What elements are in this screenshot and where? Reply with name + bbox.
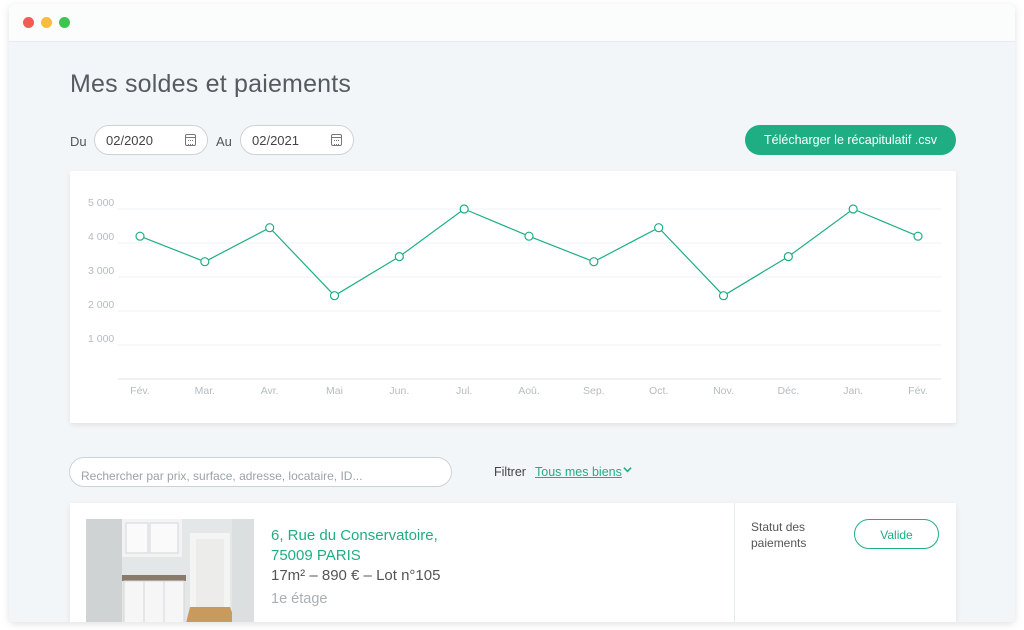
search-input[interactable] xyxy=(69,457,452,487)
data-point xyxy=(654,223,664,233)
line-chart: 1 000 2 000 3 000 4 000 5 000 Fév. Mar. Avr. Mai… xyxy=(88,197,941,397)
balance-chart: 1 000 2 000 3 000 4 000 5 000 Fév. Mar. Avr. Mai… xyxy=(70,171,956,423)
data-point xyxy=(329,291,340,301)
data-point xyxy=(135,231,145,241)
x-tick-label: Nov. xyxy=(713,385,734,397)
data-point xyxy=(718,291,729,301)
property-floor: 1e étage xyxy=(271,591,328,607)
x-tick-label: Déc. xyxy=(778,385,800,397)
y-tick-label: 3 000 xyxy=(88,265,114,277)
property-card[interactable]: 6, Rue du Conservatoire, 75009 PARIS 17m… xyxy=(70,503,956,622)
x-tick-label: Sep. xyxy=(583,385,605,397)
address-line-2: 75009 PARIS xyxy=(271,547,361,564)
minimize-window-button[interactable] xyxy=(41,17,52,28)
property-photo[interactable] xyxy=(86,519,254,622)
payment-status-badge[interactable]: Valide xyxy=(854,519,939,549)
calendar-icon[interactable] xyxy=(331,134,342,146)
page-title: Mes soldes et paiements xyxy=(70,70,352,98)
chevron-down-icon[interactable] xyxy=(623,465,632,474)
data-point xyxy=(265,223,275,233)
from-date-label: Du xyxy=(70,134,87,149)
data-point xyxy=(848,204,858,214)
x-tick-label: Avr. xyxy=(261,385,279,397)
to-date-value: 02/2021 xyxy=(252,133,299,148)
data-point xyxy=(200,257,210,267)
filter-dropdown[interactable]: Tous mes biens xyxy=(535,465,622,479)
download-csv-button[interactable]: Télécharger le récapitulatif .csv xyxy=(745,125,956,155)
data-point xyxy=(783,251,793,262)
data-point xyxy=(524,231,534,241)
x-tick-label: Fév. xyxy=(908,385,928,397)
x-tick-label: Jul. xyxy=(456,385,472,397)
x-tick-label: Fév. xyxy=(130,385,150,397)
x-tick-label: Aoû. xyxy=(518,385,540,397)
from-date-input[interactable]: 02/2020 xyxy=(94,125,208,155)
data-point xyxy=(589,257,599,267)
data-point xyxy=(459,204,469,214)
y-tick-label: 5 000 xyxy=(88,197,114,209)
x-tick-label: Jan. xyxy=(843,385,863,397)
property-address[interactable]: 6, Rue du Conservatoire, 75009 PARIS xyxy=(271,526,438,566)
property-specs: 17m² – 890 € – Lot n°105 xyxy=(271,567,441,584)
from-date-value: 02/2020 xyxy=(106,133,153,148)
series-line xyxy=(139,208,919,297)
app-window: Mes soldes et paiements Du 02/2020 Au 02… xyxy=(9,4,1015,622)
calendar-icon[interactable] xyxy=(185,134,196,146)
y-tick-label: 4 000 xyxy=(88,231,114,243)
x-tick-label: Jun. xyxy=(389,385,409,397)
x-tick-label: Mai xyxy=(326,385,343,397)
y-tick-label: 1 000 xyxy=(88,333,114,345)
address-line-1: 6, Rue du Conservatoire, xyxy=(271,527,438,544)
window-titlebar xyxy=(9,4,1015,42)
close-window-button[interactable] xyxy=(23,17,34,28)
to-date-label: Au xyxy=(216,134,232,149)
card-divider xyxy=(734,503,735,622)
y-tick-label: 2 000 xyxy=(88,299,114,311)
filter-label: Filtrer xyxy=(494,465,526,479)
x-tick-label: Oct. xyxy=(649,385,668,397)
data-point xyxy=(394,251,404,262)
payment-status-label: Statut des paiements xyxy=(751,520,807,550)
data-point xyxy=(913,231,923,241)
zoom-window-button[interactable] xyxy=(59,17,70,28)
to-date-input[interactable]: 02/2021 xyxy=(240,125,354,155)
x-tick-label: Mar. xyxy=(195,385,215,397)
